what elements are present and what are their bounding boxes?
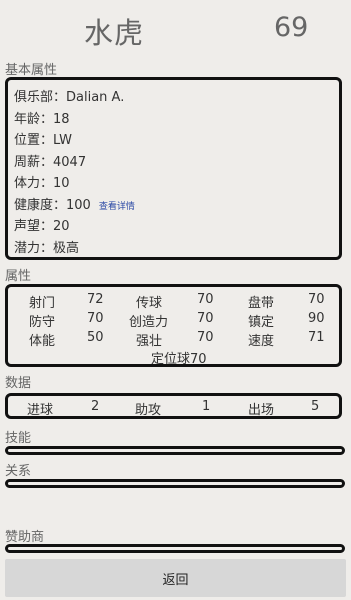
potential-label: 潜力： [14,241,54,256]
wage-value: 4047 [53,155,87,170]
attributes-box: 射门 72 传球 70 盘带 70 防守 70 创造力 70 镇定 90 体能 … [5,284,342,367]
set-piece-rating: 定位球70 [151,352,207,367]
relations-box [5,479,345,488]
attr-name: 体能 [29,334,56,349]
potential-row: 潜力：极高 [14,237,79,256]
health-label: 健康度： [14,198,67,213]
player-header: 水虎 69 [0,0,351,54]
attr-name: 盘带 [248,296,275,311]
stat-value: 2 [91,399,100,414]
attr-name: 传球 [136,296,163,311]
health-value: 100 [66,198,91,213]
attr-value: 71 [308,330,325,345]
section-stats-label: 数据 [5,376,32,391]
health-details-link[interactable]: 查看详情 [99,202,135,212]
attr-value: 70 [197,292,214,307]
basic-info-box: 俱乐部：Dalian A. 年龄：18 位置：LW 周薪：4047 体力：10 … [5,77,342,260]
club-value: Dalian A. [66,90,125,105]
stat-name: 进球 [27,403,54,418]
attr-name: 强壮 [136,334,163,349]
sponsors-box [5,544,345,553]
reputation-value: 20 [53,219,70,234]
stamina-row: 体力：10 [14,172,70,191]
stat-name: 出场 [248,403,275,418]
attr-value: 70 [87,311,104,326]
attr-value: 70 [197,311,214,326]
reputation-label: 声望： [14,219,54,234]
stat-value: 5 [311,399,320,414]
attr-name: 创造力 [129,315,169,330]
attr-value: 72 [87,292,104,307]
stats-box: 进球 2 助攻 1 出场 5 [5,393,342,419]
skills-box [5,446,345,455]
attr-value: 50 [87,330,104,345]
section-attributes-label: 属性 [5,269,32,284]
reputation-row: 声望：20 [14,215,70,234]
age-label: 年龄： [14,112,54,127]
attr-name: 镇定 [248,315,275,330]
section-relations-label: 关系 [5,464,32,479]
stat-value: 1 [202,399,211,414]
attr-name: 速度 [248,334,275,349]
section-sponsors-label: 赞助商 [5,530,45,545]
age-row: 年龄：18 [14,108,70,127]
club-label: 俱乐部： [14,90,67,105]
back-button[interactable]: 返回 [5,559,346,597]
section-skills-label: 技能 [5,431,32,446]
attr-value: 70 [197,330,214,345]
wage-row: 周薪：4047 [14,151,86,170]
stamina-value: 10 [53,176,70,191]
attr-value: 90 [308,311,325,326]
stamina-label: 体力： [14,176,54,191]
potential-value: 极高 [53,241,80,256]
position-row: 位置：LW [14,129,72,148]
attr-name: 射门 [29,296,56,311]
attr-name: 防守 [29,315,56,330]
position-value: LW [53,133,72,148]
attr-value: 70 [308,292,325,307]
position-label: 位置： [14,133,54,148]
overall-rating: 69 [274,12,309,43]
club-row: 俱乐部：Dalian A. [14,86,124,105]
player-name: 水虎 [84,16,145,50]
health-row: 健康度：100 查看详情 [14,194,135,213]
stat-name: 助攻 [135,403,162,418]
section-basic-label: 基本属性 [5,63,58,78]
age-value: 18 [53,112,70,127]
wage-label: 周薪： [14,155,54,170]
